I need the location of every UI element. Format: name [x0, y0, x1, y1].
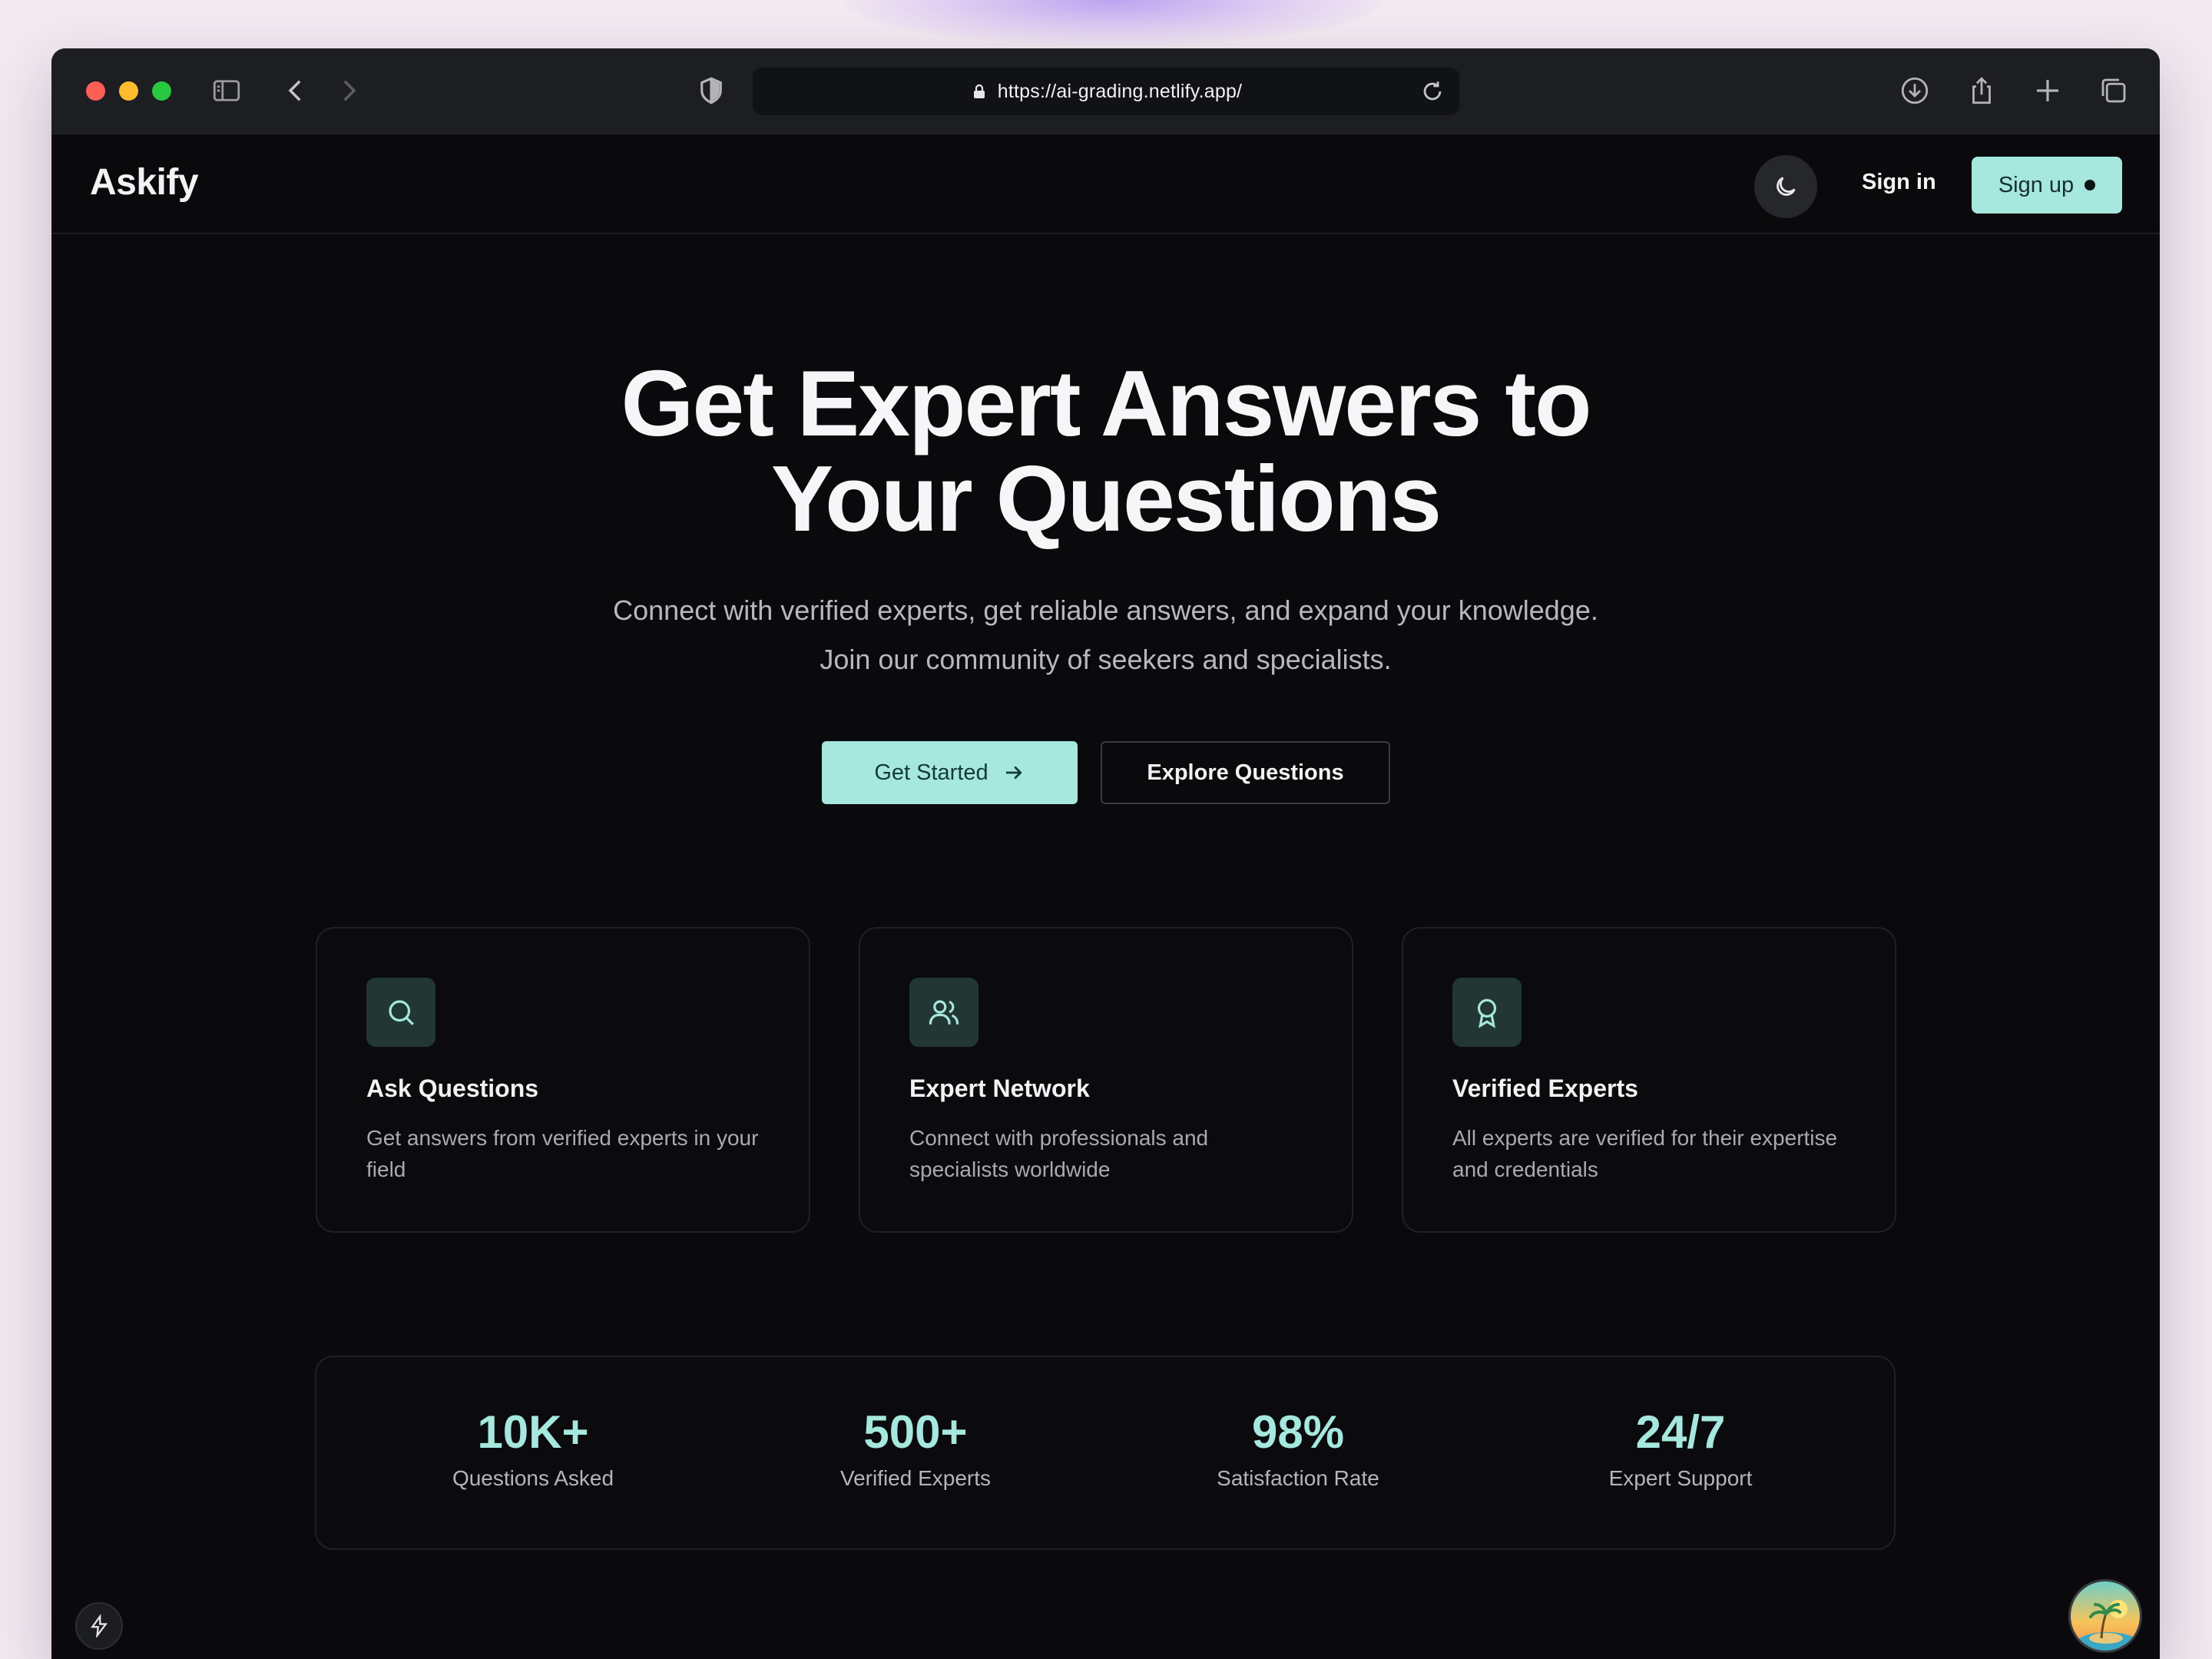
download-icon[interactable]: [1896, 71, 1934, 110]
explore-questions-button[interactable]: Explore Questions: [1101, 741, 1390, 804]
stat-label: Satisfaction Rate: [1217, 1466, 1379, 1490]
feature-title: Verified Experts: [1452, 1075, 1638, 1102]
back-arrow-icon[interactable]: [276, 71, 315, 110]
feature-title: Expert Network: [909, 1075, 1090, 1102]
stat-label: Questions Asked: [452, 1466, 614, 1490]
users-icon: [929, 1000, 959, 1025]
stat-label: Expert Support: [1608, 1466, 1753, 1490]
feature-description: Get answers from verified experts in you…: [366, 1126, 759, 1181]
award-icon: [1477, 998, 1497, 1028]
sidebar-toggle-icon[interactable]: [207, 71, 246, 110]
stat-satisfaction-rate: 98% Satisfaction Rate: [1144, 1408, 1452, 1491]
lightning-bolt-icon: [91, 1614, 108, 1637]
feature-title: Ask Questions: [366, 1075, 539, 1102]
stat-questions-asked: 10K+ Questions Asked: [379, 1408, 687, 1491]
reload-icon[interactable]: [1419, 78, 1445, 104]
get-started-label: Get Started: [874, 760, 988, 785]
get-started-button[interactable]: Get Started: [822, 741, 1078, 804]
shield-icon[interactable]: [692, 71, 730, 110]
lock-icon: [973, 84, 985, 98]
hero-subtitle: Connect with verified experts, get relia…: [51, 586, 2160, 684]
stat-value: 500+: [863, 1406, 968, 1458]
maximize-window-button[interactable]: [152, 81, 171, 101]
feature-icon-box: [1452, 978, 1522, 1047]
search-icon: [389, 1000, 414, 1025]
avatar[interactable]: [2068, 1579, 2142, 1653]
hero-title-line2: Your Questions: [770, 446, 1442, 551]
forward-arrow-icon[interactable]: [329, 71, 368, 110]
feature-description: Connect with professionals and specialis…: [909, 1126, 1209, 1181]
status-dot: [2085, 180, 2096, 190]
feature-icon-box: [366, 978, 435, 1047]
feature-card-expert-network: Expert Network Connect with professional…: [859, 927, 1353, 1233]
share-icon[interactable]: [1962, 71, 2001, 110]
sign-up-label: Sign up: [1998, 172, 2075, 197]
hero-subtitle-line2: Join our community of seekers and specia…: [820, 644, 1392, 675]
close-window-button[interactable]: [86, 81, 105, 101]
sign-up-button[interactable]: Sign up: [1972, 157, 2122, 214]
stat-value: 24/7: [1635, 1406, 1726, 1458]
arrow-right-icon: [1005, 766, 1022, 780]
browser-window: https://ai-grading.netlify.app/ Askify S…: [51, 48, 2160, 1659]
island-avatar-image: [2071, 1581, 2140, 1651]
browser-toolbar: https://ai-grading.netlify.app/: [51, 48, 2160, 134]
new-tab-plus-icon[interactable]: [2028, 71, 2067, 110]
url-text: https://ai-grading.netlify.app/: [997, 80, 1243, 102]
logo[interactable]: Askify: [90, 161, 199, 204]
hero-title-line1: Get Expert Answers to: [621, 351, 1592, 455]
stat-value: 98%: [1251, 1406, 1345, 1458]
sign-in-link[interactable]: Sign in: [1862, 170, 1936, 195]
moon-icon: [1777, 177, 1796, 196]
address-bar[interactable]: https://ai-grading.netlify.app/: [753, 68, 1459, 115]
feature-card-verified-experts: Verified Experts All experts are verifie…: [1402, 927, 1896, 1233]
feature-card-ask-questions: Ask Questions Get answers from verified …: [316, 927, 810, 1233]
stats-panel: 10K+ Questions Asked 500+ Verified Exper…: [315, 1356, 1896, 1550]
tab-overview-icon[interactable]: [2094, 71, 2133, 110]
stat-verified-experts: 500+ Verified Experts: [762, 1408, 1069, 1491]
stat-label: Verified Experts: [839, 1466, 992, 1490]
site-header: Askify Sign in Sign up: [51, 134, 2160, 234]
hero-subtitle-line1: Connect with verified experts, get relia…: [613, 594, 1598, 626]
feature-icon-box: [909, 978, 979, 1047]
theme-toggle-button[interactable]: [1754, 155, 1817, 218]
background-glow: [845, 0, 1382, 46]
hero-title: Get Expert Answers to Your Questions: [51, 356, 2160, 546]
feature-description: All experts are verified for their exper…: [1452, 1126, 1838, 1181]
bolt-button[interactable]: [75, 1602, 123, 1650]
stat-expert-support: 24/7 Expert Support: [1527, 1408, 1834, 1491]
stat-value: 10K+: [477, 1406, 589, 1458]
minimize-window-button[interactable]: [119, 81, 138, 101]
